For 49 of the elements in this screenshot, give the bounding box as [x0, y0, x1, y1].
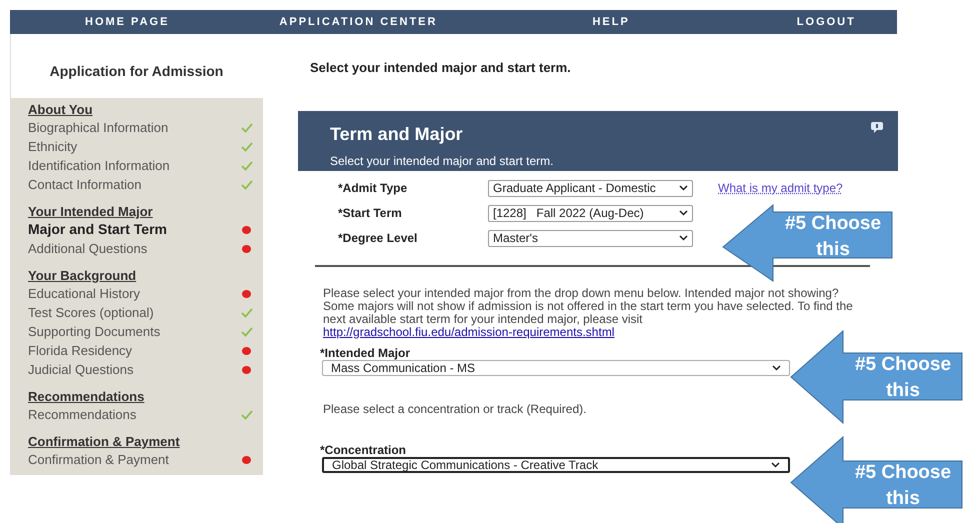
sidebar-item[interactable]: Recommendations [28, 405, 136, 424]
sidebar-item[interactable]: Biographical Information [28, 118, 168, 137]
dropdown[interactable]: Mass Communication - MS [322, 360, 790, 376]
panel-title: Term and Major [330, 122, 463, 146]
callout-text: #5 Choose this [854, 461, 952, 511]
sidebar-item[interactable]: Florida Residency [28, 341, 132, 360]
caret-icon [679, 210, 688, 216]
chat-icon[interactable] [870, 120, 884, 134]
field-label: *Concentration [320, 444, 408, 456]
caret-icon [771, 462, 780, 468]
caret-icon [679, 235, 688, 241]
dropdown[interactable]: Global Strategic Communications - Creative Track [322, 456, 790, 472]
sidebar-item[interactable]: Additional Questions [28, 239, 148, 258]
sidebar-item[interactable]: Contact Information [28, 175, 142, 194]
field-label: *Admit Type [338, 180, 408, 197]
field-label: *Intended Major [320, 346, 412, 360]
caret-icon [772, 364, 781, 370]
sidebar-item[interactable]: Identification Information [28, 156, 170, 175]
instruction-text: Please select your intended major from the drop down menu below. Intended major not showing? Some majors will not show if admission is not offered in the start term you have selected. To find the next available start term for your intended major, please visit http://gradschool.fiu.edu/admission-requirements.shtml [323, 286, 853, 338]
sidebar-item[interactable]: Supporting Documents [28, 322, 160, 341]
url-link[interactable]: http://gradschool.fiu.edu/admission-requirements.shtml [323, 324, 614, 338]
sidebar-title: Application for Admission [48, 62, 224, 81]
sidebar-item[interactable]: Test Scores (optional) [28, 303, 154, 322]
caret-icon [679, 185, 688, 191]
section-heading: Your Intended Major [28, 203, 154, 220]
dropdown[interactable]: Graduate Applicant - Domestic [488, 180, 693, 196]
panel-subtitle: Select your intended major and start term. [330, 152, 554, 170]
instruction-text: Please select a concentration or track (Required). [323, 402, 588, 416]
nav-link[interactable]: APPLICATION CENTER [279, 14, 438, 30]
callout-text: #5 Choose this [854, 353, 952, 403]
dropdown[interactable]: Master's [488, 230, 693, 246]
section-heading: Your Background [28, 267, 138, 284]
sidebar-item[interactable]: Major and Start Term [28, 220, 167, 239]
section-heading: Confirmation & Payment [28, 433, 181, 450]
nav-link[interactable]: LOGOUT [796, 14, 856, 30]
section-heading: Recommendations [28, 388, 146, 405]
section-heading: About You [28, 101, 94, 118]
callout-text: #5 Choose this [784, 212, 882, 262]
admit-type-link[interactable]: What is my admit type? [718, 179, 843, 197]
sidebar-item[interactable]: Confirmation & Payment [28, 450, 169, 469]
sidebar-item[interactable]: Educational History [28, 284, 140, 303]
nav-link[interactable]: HELP [592, 14, 630, 30]
sidebar-item[interactable]: Judicial Questions [28, 360, 134, 379]
page-heading: Select your intended major and start term. [310, 59, 572, 77]
dropdown[interactable]: [1228] Fall 2022 (Aug-Dec) [488, 204, 693, 222]
field-label: *Degree Level [338, 230, 418, 247]
sidebar-item[interactable]: Ethnicity [28, 137, 78, 156]
field-label: *Start Term [338, 205, 403, 222]
nav-link[interactable]: HOME PAGE [85, 14, 170, 30]
